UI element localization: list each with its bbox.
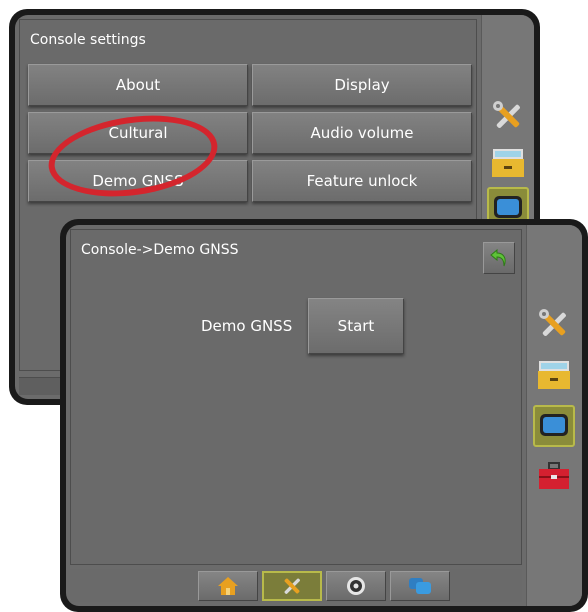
monitor-tab[interactable] bbox=[390, 571, 450, 601]
back-button[interactable] bbox=[483, 242, 515, 274]
storage-drawer-icon[interactable] bbox=[533, 353, 575, 395]
tools-tab[interactable] bbox=[262, 571, 322, 601]
storage-drawer-icon[interactable] bbox=[487, 141, 529, 183]
gps-tab[interactable] bbox=[326, 571, 386, 601]
demo-gnss-content: Console->Demo GNSS Demo GNSS Start bbox=[70, 229, 522, 565]
demo-gnss-panel: Console->Demo GNSS Demo GNSS Start bbox=[66, 225, 582, 606]
demo-gnss-title: Console->Demo GNSS bbox=[81, 242, 239, 258]
display-button[interactable]: Display bbox=[252, 64, 472, 106]
toolbox-icon[interactable] bbox=[533, 455, 575, 497]
home-icon bbox=[218, 577, 238, 595]
home-tab[interactable] bbox=[198, 571, 258, 601]
console-settings-title: Console settings bbox=[30, 32, 146, 48]
bottom-tab-bar bbox=[70, 569, 522, 602]
demo-gnss-label: Demo GNSS bbox=[201, 317, 293, 335]
tools-icon[interactable] bbox=[533, 303, 575, 345]
gps-target-icon bbox=[347, 577, 365, 595]
feature-unlock-button[interactable]: Feature unlock bbox=[252, 160, 472, 202]
monitor-icon bbox=[409, 578, 431, 594]
back-arrow-icon bbox=[490, 248, 506, 267]
tools-icon bbox=[284, 578, 300, 594]
display-monitor-icon[interactable] bbox=[533, 405, 575, 447]
start-button[interactable]: Start bbox=[308, 298, 404, 354]
tools-icon[interactable] bbox=[487, 95, 529, 137]
demo-gnss-window: Console->Demo GNSS Demo GNSS Start bbox=[60, 219, 588, 612]
about-button[interactable]: About bbox=[28, 64, 248, 106]
audio-volume-button[interactable]: Audio volume bbox=[252, 112, 472, 154]
demo-gnss-sidebar bbox=[526, 225, 582, 606]
